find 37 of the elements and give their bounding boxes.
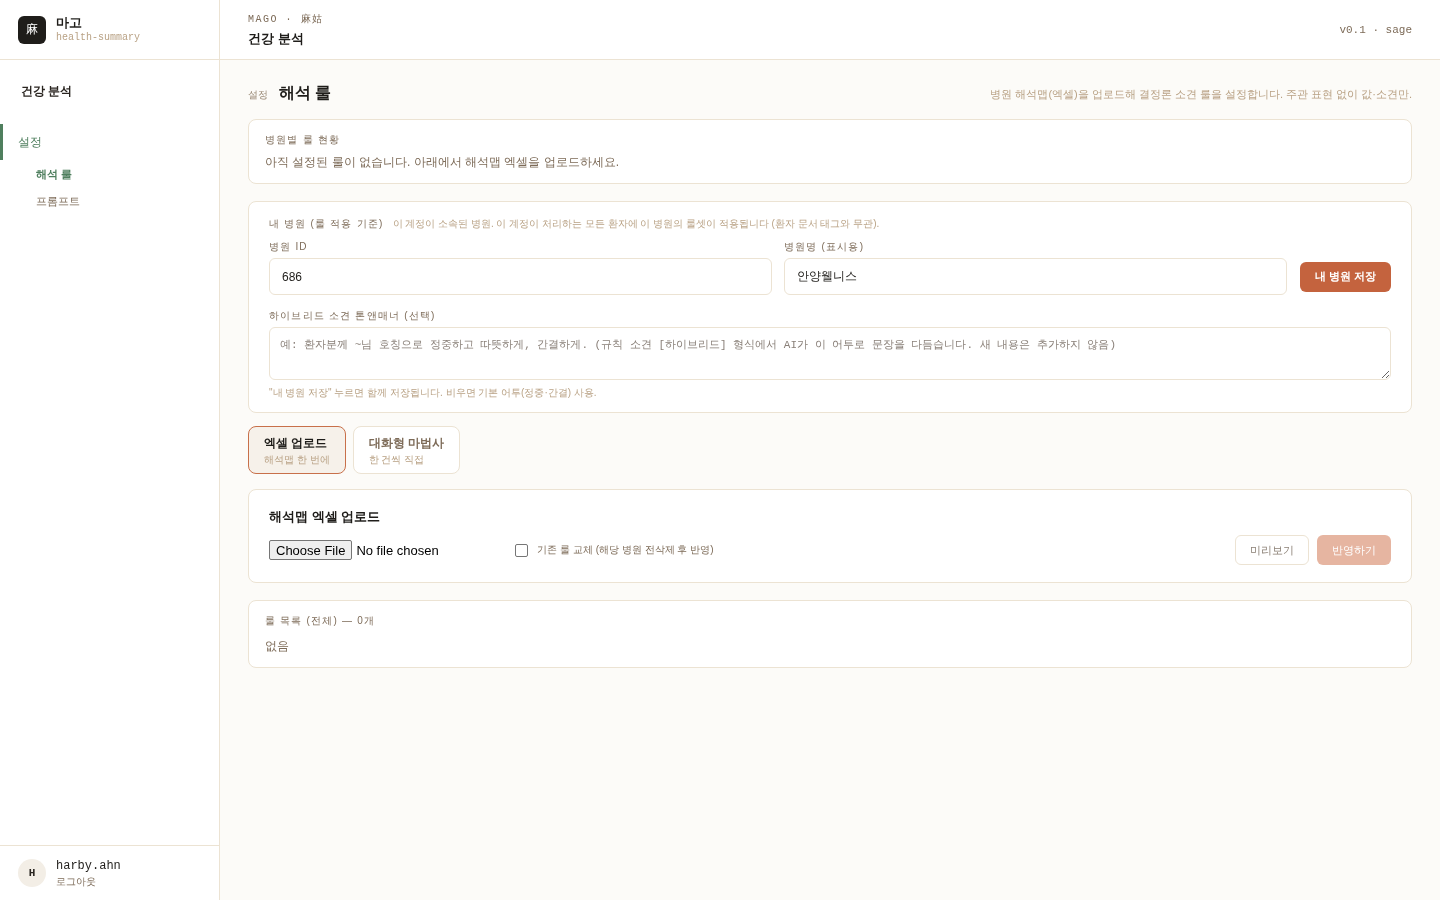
breadcrumb: MAGO · 麻姑 [248,12,324,26]
empty-message: 없음 [265,638,289,655]
field-label: 하이브리드 소견 톤앤매너 (선택) [269,309,436,323]
sidebar-section-title: 건강 분석 [21,84,73,98]
save-hospital-button[interactable]: 내 병원 저장 [1299,261,1391,292]
page-eyebrow: 설정 [248,88,268,102]
text-input[interactable]: 안양웰니스 [783,258,1287,295]
field-label: 병원 ID [269,240,308,254]
field-label: 병원명 (표시용) [783,240,865,254]
page-description: 병원 해석맵(엑셀)을 업로드해 결정론 소견 룰을 설정합니다. 주관 표현 없이 값·소견만. [990,87,1412,102]
choose-file-button[interactable]: Choose File [269,540,353,560]
preview-button[interactable]: 미리보기 [1235,535,1309,565]
card-title: 병원별 룰 현황 [265,133,341,147]
checkbox-label: 기존 룰 교체 (해당 병원 전삭제 후 반영) [537,543,714,557]
user-avatar: H [18,859,46,887]
file-status: No file chosen [356,542,440,558]
nav-subitem[interactable]: 프롬프트 [36,193,80,210]
header-title: 건강 분석 [248,29,305,48]
text-input[interactable]: 686 [269,258,772,295]
mode-tab[interactable]: 대화형 마법사 한 건씩 직접 [352,426,460,474]
status-message: 아직 설정된 룰이 없습니다. 아래에서 해석맵 엑셀을 업로드하세요. [265,154,619,171]
card-title: 내 병원 (룰 적용 기준) [269,217,384,231]
mode-tab[interactable]: 엑셀 업로드 해석맵 한 번에 [248,426,346,474]
user-name: harby.ahn [56,858,121,874]
app-subtitle: health-summary [56,31,140,44]
field-hint: "내 병원 저장" 누르면 함께 저장됩니다. 비우면 기본 어투(정중·간결) 사용. [269,386,597,399]
logo-mark: 麻 [18,15,46,44]
upload-title: 해석맵 엑셀 업로드 [269,508,381,526]
version-label: v0.1 · sage [1339,23,1412,36]
page-title: 해석 룰 [279,83,332,103]
card-title: 룰 목록 (전체) — 0개 [265,614,376,628]
logout-link[interactable]: 로그아웃 [56,874,96,888]
tone-textarea[interactable]: 예: 환자분께 ~님 호칭으로 정중하고 따뜻하게, 간결하게. (규칙 소견 [하이브리드] 형식에서 AI가 이 어투로 문장을 다듬습니다. 새 내용은 추가하지 않음) [269,327,1391,380]
replace-checkbox[interactable] [515,543,529,557]
nav-subitem[interactable]: 해석 룰 [36,166,73,183]
app-name: 마고 [56,15,83,30]
card-description: 이 계정이 소속된 병원. 이 계정이 처리하는 모든 환자에 이 병원의 룰셋이 적용됩니다 (환자 문서 태그와 무관). [392,217,880,231]
